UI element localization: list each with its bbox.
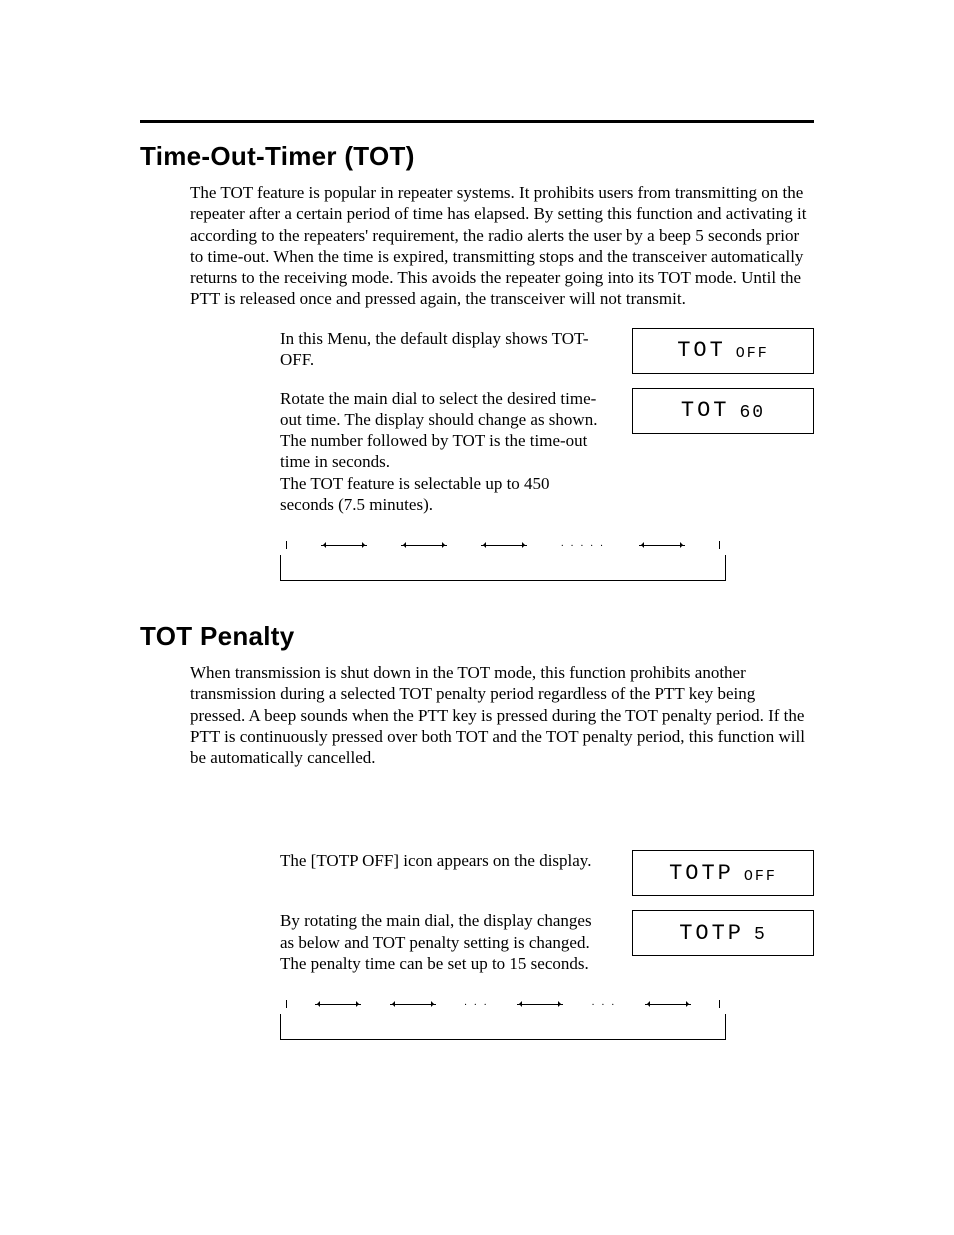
step-text: In this Menu, the default display shows … [280, 328, 602, 371]
step-row-tot-2: Rotate the main dial to select the desir… [280, 388, 814, 516]
flow-arrow-both-icon [517, 1004, 563, 1005]
flow-dots: · · · [591, 1000, 616, 1010]
flow-arrow-both-icon [321, 545, 367, 546]
flow-tick [719, 541, 720, 549]
lcd-display-totp-5: TOTP 5 [632, 910, 814, 956]
flow-arrow-both-icon [639, 545, 685, 546]
lcd-display-totp-off: TOTP OFF [632, 850, 814, 896]
section-intro-tot: The TOT feature is popular in repeater s… [190, 182, 814, 310]
flow-tick [286, 1000, 287, 1008]
lcd-display-tot-60: TOT 60 [632, 388, 814, 434]
flow-bracket [280, 555, 726, 581]
step-text: By rotating the main dial, the display c… [280, 910, 602, 974]
menu-flow-diagram-tot: · · · · · [280, 539, 814, 581]
step-row-totp-2: By rotating the main dial, the display c… [280, 910, 814, 974]
flow-arrow-both-icon [645, 1004, 691, 1005]
section-title-tot: Time-Out-Timer (TOT) [140, 141, 814, 172]
flow-arrows: · · · · · · [280, 1004, 726, 1014]
step-text: The [TOTP OFF] icon appears on the displ… [280, 850, 602, 871]
lcd-main-label: TOT [677, 338, 726, 363]
flow-tick [719, 1000, 720, 1008]
lcd-main-label: TOTP [679, 921, 744, 946]
lcd-sub-label: OFF [744, 868, 777, 885]
lcd-sub-label: 5 [754, 925, 767, 945]
menu-flow-diagram-totp: · · · · · · [280, 998, 814, 1040]
page-container: Time-Out-Timer (TOT) The TOT feature is … [0, 0, 954, 1160]
lcd-sub-label: OFF [736, 345, 769, 362]
flow-dots: · · · [464, 1000, 489, 1010]
flow-arrow-both-icon [401, 545, 447, 546]
section-title-totp: TOT Penalty [140, 621, 814, 652]
flow-tick [286, 541, 287, 549]
lcd-sub-label: 60 [740, 403, 766, 423]
lcd-display-tot-off: TOT OFF [632, 328, 814, 374]
flow-bracket [280, 1014, 726, 1040]
flow-dots: · · · · · [561, 541, 606, 551]
spacer [140, 786, 814, 836]
section-intro-totp: When transmission is shut down in the TO… [190, 662, 814, 768]
step-text: Rotate the main dial to select the desir… [280, 388, 602, 516]
flow-arrow-both-icon [481, 545, 527, 546]
step-row-totp-1: The [TOTP OFF] icon appears on the displ… [280, 850, 814, 896]
top-rule [140, 120, 814, 123]
flow-arrow-both-icon [315, 1004, 361, 1005]
step-row-tot-1: In this Menu, the default display shows … [280, 328, 814, 374]
flow-arrow-both-icon [390, 1004, 436, 1005]
flow-arrows: · · · · · [280, 545, 726, 555]
lcd-main-label: TOT [681, 398, 730, 423]
lcd-main-label: TOTP [669, 861, 734, 886]
